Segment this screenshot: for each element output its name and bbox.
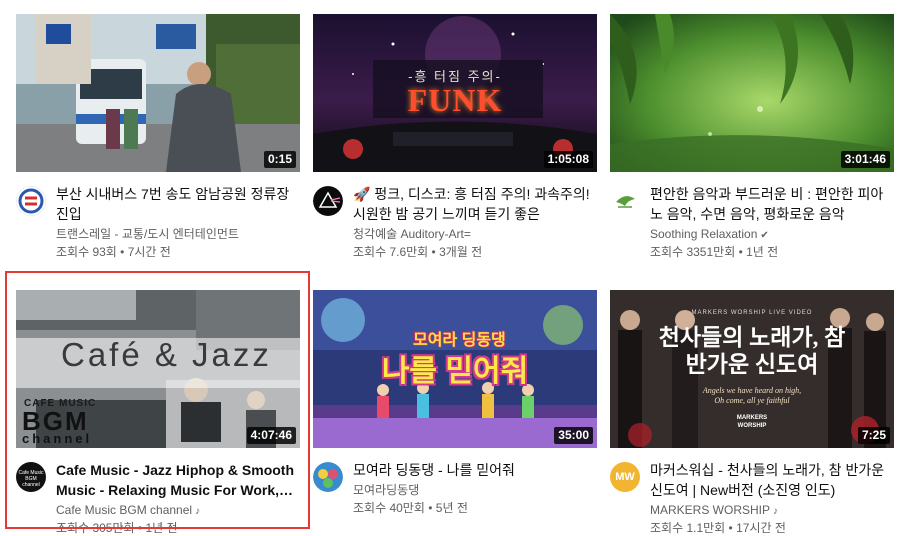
upload-age: 1년 전	[746, 245, 779, 259]
channel-name[interactable]: Soothing Relaxation ✔	[650, 226, 894, 244]
channel-name-text[interactable]: Soothing Relaxation	[650, 227, 757, 241]
video-meta: MW 마커스워십 - 천사들의 노래가, 참 반가운 신도여 | New버전 (…	[610, 460, 894, 535]
channel-name[interactable]: Cafe Music BGM channel ♪	[56, 502, 300, 520]
view-count: 조회수 3351만회	[650, 245, 736, 259]
thumbnail-english-line1: Angels we have heard on high,	[702, 386, 802, 395]
video-duration: 35:00	[554, 427, 593, 444]
thumbnail-english-line2: Oh come, all ye faithful	[714, 396, 790, 405]
video-stats: 조회수 40만회 • 5년 전	[353, 500, 597, 516]
channel-avatar[interactable]	[313, 186, 343, 216]
video-title[interactable]: 모여라 딩동댕 - 나를 믿어줘	[353, 460, 597, 480]
view-count: 조회수 305만회	[56, 521, 135, 535]
music-note-icon: ♪	[773, 506, 779, 517]
view-count: 조회수 7.6만회	[353, 245, 429, 259]
view-count: 조회수 40만회	[353, 501, 425, 515]
video-thumbnail[interactable]: 3:01:46	[610, 14, 894, 172]
separator: •	[116, 245, 128, 259]
channel-name[interactable]: 트랜스레일 - 교통/도시 엔터테인먼트	[56, 226, 300, 242]
thumbnail-logo-channel: channel	[22, 431, 93, 446]
prism-logo-icon	[313, 186, 343, 216]
verified-badge-icon: ✔	[760, 230, 769, 241]
separator: •	[134, 521, 146, 535]
video-thumbnail[interactable]: MARKERS WORSHIP LIVE VIDEO 천사들의 노래가, 참 반…	[610, 290, 894, 448]
channel-name-text[interactable]: 청각예술 Auditory-Art=	[353, 227, 471, 241]
avatar-logo-text: MW	[615, 471, 635, 483]
separator: •	[735, 245, 747, 259]
video-stats: 조회수 3351만회 • 1년 전	[650, 244, 894, 260]
transrail-logo-icon	[16, 186, 46, 216]
video-duration: 0:15	[263, 151, 296, 168]
channel-name-text[interactable]: 모여라딩동댕	[353, 483, 419, 497]
thumbnail-title: FUNK	[407, 82, 503, 118]
upload-age: 5년 전	[435, 501, 468, 515]
bus-stop-thumbnail-image	[16, 14, 300, 172]
separator: •	[725, 521, 737, 535]
video-thumbnail[interactable]: Café & Jazz CAFE MUSIC BGM channel 4:07:…	[16, 290, 300, 448]
separator: •	[428, 245, 440, 259]
video-stats: 조회수 7.6만회 • 3개월 전	[353, 244, 597, 260]
thumbnail-title: 나를 믿어줘	[381, 355, 529, 388]
video-meta: Cafe Music BGM channel Cafe Music - Jazz…	[16, 460, 300, 535]
channel-name-text[interactable]: 트랜스레일 - 교통/도시 엔터테인먼트	[56, 227, 239, 241]
dingdongdaeng-logo-icon	[313, 462, 343, 492]
upload-age: 1년 전	[145, 521, 178, 535]
video-duration: 3:01:46	[840, 151, 890, 168]
video-duration: 7:25	[857, 427, 890, 444]
video-meta: 모여라 딩동댕 - 나를 믿어줘 모여라딩동댕 조회수 40만회 • 5년 전	[313, 460, 597, 530]
channel-name-text[interactable]: MARKERS WORSHIP	[650, 503, 770, 517]
bird-logo-icon	[610, 186, 640, 216]
thumbnail-title: 천사들의 노래가, 참 반가운 신도여	[658, 325, 846, 377]
upload-age: 7시간 전	[127, 245, 171, 259]
music-note-icon: ♪	[195, 506, 201, 517]
video-title[interactable]: 편안한 음악과 부드러운 비 : 편안한 피아노 음악, 수면 음악, 평화로운…	[650, 184, 894, 224]
video-title[interactable]: 부산 시내버스 7번 송도 암남공원 정류장 진입	[56, 184, 300, 224]
channel-name[interactable]: MARKERS WORSHIP ♪	[650, 502, 894, 520]
thumbnail-top-label: MARKERS WORSHIP LIVE VIDEO	[691, 310, 813, 316]
video-meta: 편안한 음악과 부드러운 비 : 편안한 피아노 음악, 수면 음악, 평화로운…	[610, 184, 894, 259]
separator: •	[424, 501, 436, 515]
video-title[interactable]: 🚀 펑크, 디스코: 흥 터짐 주의! 과속주의! 시원한 밤 공기 느끼며 듣…	[353, 184, 597, 224]
video-stats: 조회수 93회 • 7시간 전	[56, 244, 300, 260]
video-title[interactable]: 마커스워십 - 천사들의 노래가, 참 반가운 신도여 | New버전 (소진영…	[650, 460, 894, 500]
video-title[interactable]: Cafe Music - Jazz Hiphop & Smooth Music …	[56, 460, 300, 500]
avatar-logo-text: Cafe Music BGM channel	[18, 470, 44, 488]
view-count: 조회수 93회	[56, 245, 117, 259]
channel-avatar[interactable]	[313, 462, 343, 492]
channel-name[interactable]: 모여라딩동댕	[353, 482, 597, 498]
view-count: 조회수 1.1만회	[650, 521, 726, 535]
video-thumbnail[interactable]: -흥 터짐 주의- FUNK 1:05:08	[313, 14, 597, 172]
channel-avatar[interactable]: MW	[610, 462, 640, 492]
channel-avatar[interactable]	[16, 186, 46, 216]
upload-age: 3개월 전	[439, 245, 483, 259]
thumbnail-title: Café & Jazz	[61, 336, 272, 373]
channel-avatar[interactable]: Cafe Music BGM channel	[16, 462, 46, 492]
rain-leaves-thumbnail-image	[610, 14, 894, 172]
video-duration: 4:07:46	[246, 427, 296, 444]
channel-avatar[interactable]	[610, 186, 640, 216]
upload-age: 17시간 전	[736, 521, 786, 535]
video-thumbnail[interactable]: 모여라 딩동댕 나를 믿어줘 35:00	[313, 290, 597, 448]
video-stats: 조회수 305만회 • 1년 전	[56, 520, 300, 536]
channel-name-text[interactable]: Cafe Music BGM channel	[56, 503, 192, 517]
video-stats: 조회수 1.1만회 • 17시간 전	[650, 520, 894, 536]
video-duration: 1:05:08	[543, 151, 593, 168]
video-meta: 부산 시내버스 7번 송도 암남공원 정류장 진입 트랜스레일 - 교통/도시 …	[16, 184, 300, 259]
channel-name[interactable]: 청각예술 Auditory-Art=	[353, 226, 597, 242]
thumbnail-logo: MARKERS WORSHIP	[736, 415, 768, 429]
video-thumbnail[interactable]: 0:15	[16, 14, 300, 172]
video-meta: 🚀 펑크, 디스코: 흥 터짐 주의! 과속주의! 시원한 밤 공기 느끼며 듣…	[313, 184, 597, 259]
